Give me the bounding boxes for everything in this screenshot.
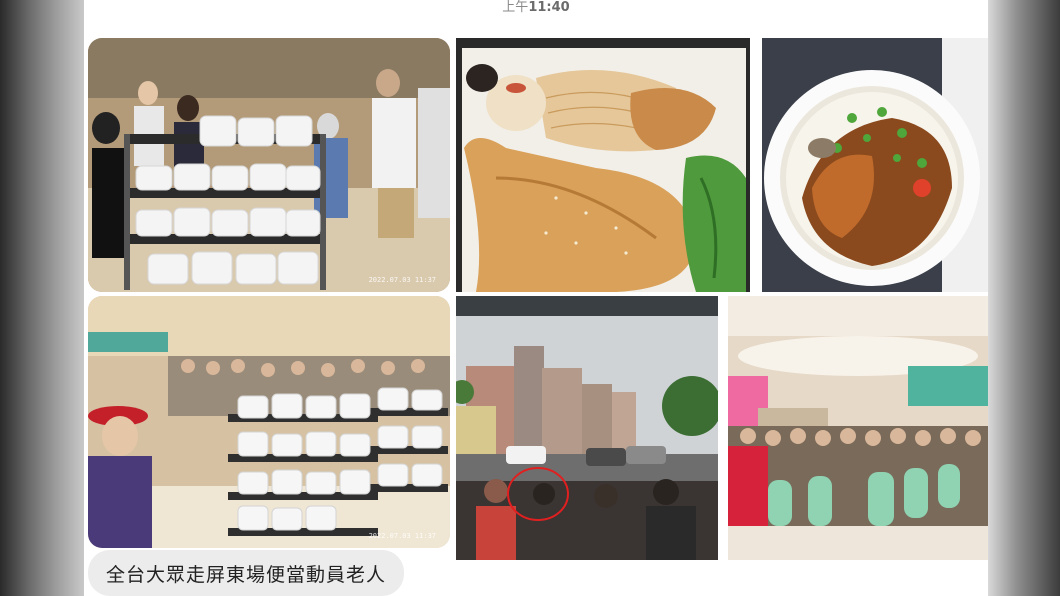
- blurred-background-right: [988, 0, 1060, 596]
- photo-hall-trolleys-image: [88, 296, 450, 548]
- message-timestamp: 上午11:40: [84, 0, 988, 16]
- photo-timestamp: 2022.07.03 11:37: [368, 276, 436, 284]
- photo-rice-bowl-image: [762, 38, 988, 292]
- photo-rainy-street-image: [456, 296, 718, 560]
- time-value: 11:40: [528, 0, 570, 15]
- time-prefix: 上午: [502, 0, 529, 15]
- photo-seated-audience-image: [728, 296, 988, 560]
- blurred-background-left: [0, 0, 84, 596]
- photo-crowd-trolley[interactable]: 2022.07.03 11:37: [88, 38, 450, 292]
- photo-lunch-box-image: [456, 38, 750, 292]
- photo-hall-trolleys[interactable]: 2022.07.03 11:37: [88, 296, 450, 548]
- photo-rice-bowl[interactable]: [762, 38, 988, 292]
- photo-timestamp: 2022.07.03 11:37: [368, 532, 436, 540]
- photo-lunch-box[interactable]: [456, 38, 750, 292]
- chat-panel: 上午11:40 2022.07.03 11:37 2022.07.03 11:3…: [84, 0, 988, 596]
- photo-rainy-street[interactable]: [456, 296, 718, 560]
- message-caption-bubble: 全台大眾走屏東場便當動員老人: [88, 550, 404, 596]
- photo-crowd-trolley-image: [88, 38, 450, 292]
- caption-text: 全台大眾走屏東場便當動員老人: [106, 563, 387, 586]
- photo-seated-audience[interactable]: [728, 296, 988, 560]
